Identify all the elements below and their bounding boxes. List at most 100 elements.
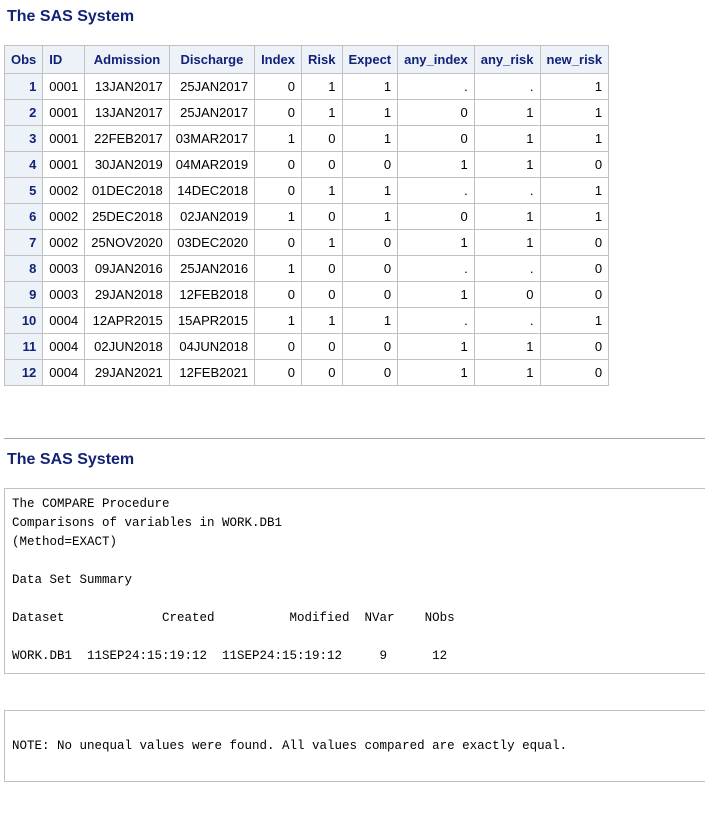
cell-expect: 0 xyxy=(341,255,399,282)
cell-admission: 30JAN2019 xyxy=(84,151,170,178)
header-discharge: Discharge xyxy=(168,45,256,74)
cell-risk: 0 xyxy=(301,281,343,308)
cell-id: 0001 xyxy=(42,151,86,178)
cell-id: 0001 xyxy=(42,99,86,126)
header-index: Index xyxy=(254,45,303,74)
table-row: 11 0004 02JUN2018 04JUN2018 0 0 0 1 1 0 xyxy=(3,333,610,360)
cell-any-risk: . xyxy=(473,177,541,204)
cell-new-risk: 0 xyxy=(539,255,610,282)
cell-index: 1 xyxy=(254,125,303,152)
cell-any-index: . xyxy=(397,73,475,100)
cell-any-index: . xyxy=(397,307,475,334)
cell-id: 0004 xyxy=(42,333,86,360)
cell-index: 0 xyxy=(254,73,303,100)
cell-new-risk: 0 xyxy=(539,229,610,256)
compare-line: WORK.DB1 11SEP24:15:19:12 11SEP24:15:19:… xyxy=(12,649,448,663)
compare-line: Dataset Created Modified NVar NObs xyxy=(12,611,455,625)
cell-any-risk: 1 xyxy=(473,151,541,178)
cell-admission: 29JAN2018 xyxy=(84,281,170,308)
cell-discharge: 04JUN2018 xyxy=(168,333,256,360)
cell-index: 0 xyxy=(254,229,303,256)
cell-index: 1 xyxy=(254,203,303,230)
header-new-risk: new_risk xyxy=(539,45,610,74)
compare-line: Comparisons of variables in WORK.DB1 xyxy=(12,516,283,530)
cell-any-risk: . xyxy=(473,255,541,282)
cell-index: 0 xyxy=(254,99,303,126)
cell-id: 0003 xyxy=(42,255,86,282)
cell-expect: 0 xyxy=(341,151,399,178)
cell-id: 0004 xyxy=(42,307,86,334)
header-admission: Admission xyxy=(84,45,170,74)
cell-new-risk: 0 xyxy=(539,333,610,360)
cell-risk: 1 xyxy=(301,307,343,334)
cell-any-index: 1 xyxy=(397,281,475,308)
header-any-risk: any_risk xyxy=(473,45,541,74)
cell-admission: 22FEB2017 xyxy=(84,125,170,152)
compare-line: Data Set Summary xyxy=(12,573,133,587)
cell-risk: 1 xyxy=(301,73,343,100)
cell-obs: 9 xyxy=(3,281,44,308)
cell-discharge: 14DEC2018 xyxy=(168,177,256,204)
cell-any-index: 0 xyxy=(397,99,475,126)
cell-discharge: 25JAN2016 xyxy=(168,255,256,282)
cell-admission: 12APR2015 xyxy=(84,307,170,334)
cell-obs: 10 xyxy=(3,307,44,334)
cell-new-risk: 1 xyxy=(539,177,610,204)
data-table: Obs ID Admission Discharge Index Risk Ex… xyxy=(3,45,610,386)
cell-admission: 25DEC2018 xyxy=(84,203,170,230)
table-row: 1 0001 13JAN2017 25JAN2017 0 1 1.. 1 xyxy=(3,73,610,100)
cell-discharge: 02JAN2019 xyxy=(168,203,256,230)
cell-new-risk: 0 xyxy=(539,151,610,178)
cell-id: 0004 xyxy=(42,359,86,386)
compare-line: The COMPARE Procedure xyxy=(12,497,170,511)
cell-any-risk: 1 xyxy=(473,99,541,126)
note-box: NOTE: No unequal values were found. All … xyxy=(4,710,705,782)
cell-any-risk: 1 xyxy=(473,203,541,230)
cell-admission: 09JAN2016 xyxy=(84,255,170,282)
cell-discharge: 03MAR2017 xyxy=(168,125,256,152)
cell-index: 0 xyxy=(254,333,303,360)
table-body: 1 0001 13JAN2017 25JAN2017 0 1 1.. 1 2 0001 13JAN2… xyxy=(3,73,610,386)
cell-any-index: 0 xyxy=(397,203,475,230)
cell-index: 0 xyxy=(254,359,303,386)
table-row: 9 0003 29JAN2018 12FEB2018 0 0 0 1 0 0 xyxy=(3,281,610,308)
cell-id: 0002 xyxy=(42,229,86,256)
cell-admission: 25NOV2020 xyxy=(84,229,170,256)
cell-admission: 01DEC2018 xyxy=(84,177,170,204)
table-row: 10 0004 12APR2015 15APR2015 1 1 1.. 1 xyxy=(3,307,610,334)
cell-any-risk: . xyxy=(473,73,541,100)
cell-expect: 0 xyxy=(341,281,399,308)
table-row: 2 0001 13JAN2017 25JAN2017 0 1 1 0 1 1 xyxy=(3,99,610,126)
header-expect: Expect xyxy=(341,45,399,74)
compare-line: (Method=EXACT) xyxy=(12,535,118,549)
cell-risk: 0 xyxy=(301,203,343,230)
cell-discharge: 03DEC2020 xyxy=(168,229,256,256)
table-row: 12 0004 29JAN2021 12FEB2021 0 0 0 1 1 0 xyxy=(3,359,610,386)
header-obs: Obs xyxy=(3,45,44,74)
page-title-2: The SAS System xyxy=(7,451,135,468)
cell-discharge: 12FEB2018 xyxy=(168,281,256,308)
cell-risk: 1 xyxy=(301,99,343,126)
table-row: 5 0002 01DEC2018 14DEC2018 0 1 1.. 1 xyxy=(3,177,610,204)
cell-admission: 13JAN2017 xyxy=(84,99,170,126)
cell-any-risk: 1 xyxy=(473,229,541,256)
cell-admission: 13JAN2017 xyxy=(84,73,170,100)
cell-new-risk: 1 xyxy=(539,99,610,126)
compare-output-box: The COMPARE Procedure Comparisons of var… xyxy=(4,488,705,674)
cell-discharge: 15APR2015 xyxy=(168,307,256,334)
cell-new-risk: 1 xyxy=(539,203,610,230)
cell-obs: 11 xyxy=(3,333,44,360)
header-risk: Risk xyxy=(301,45,343,74)
cell-expect: 1 xyxy=(341,73,399,100)
cell-risk: 1 xyxy=(301,177,343,204)
header-any-index: any_index xyxy=(397,45,475,74)
cell-new-risk: 0 xyxy=(539,359,610,386)
cell-id: 0001 xyxy=(42,73,86,100)
cell-risk: 0 xyxy=(301,151,343,178)
cell-obs: 4 xyxy=(3,151,44,178)
cell-index: 0 xyxy=(254,151,303,178)
cell-any-index: 1 xyxy=(397,333,475,360)
section-divider xyxy=(4,438,705,439)
table-row: 4 0001 30JAN2019 04MAR2019 0 0 0 1 1 0 xyxy=(3,151,610,178)
cell-id: 0003 xyxy=(42,281,86,308)
